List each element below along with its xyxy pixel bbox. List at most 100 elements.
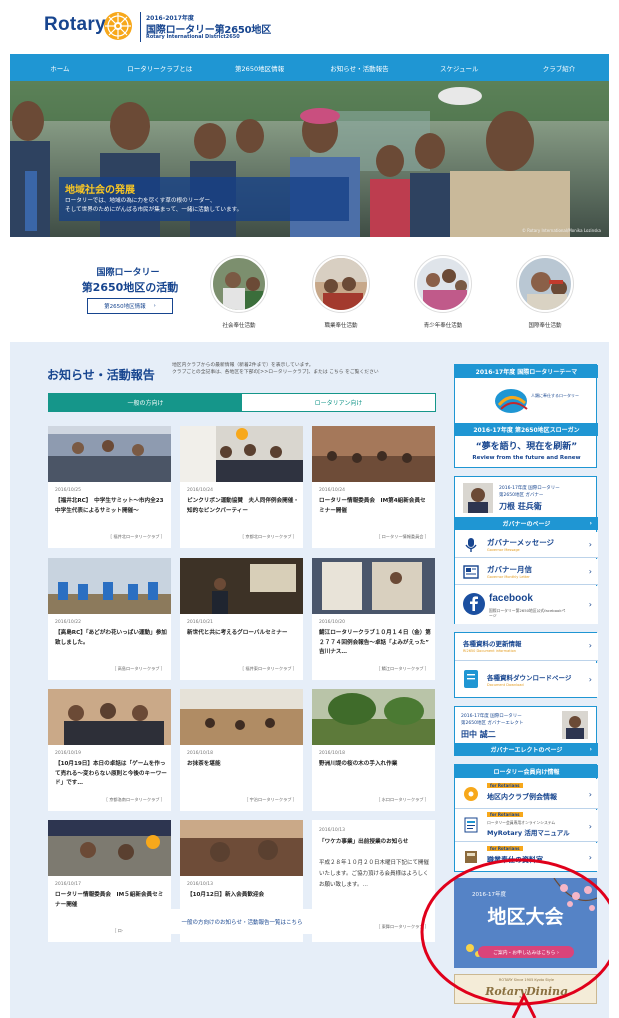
facebook-icon [463,593,485,615]
youth-service-label[interactable]: 青少年奉仕活動 [403,321,483,329]
news-card-date: 2016/10/21 [187,620,213,625]
news-card-title[interactable]: 【高島RC】「あどがわ花いっぱい運動」参加致しました。 [55,629,167,648]
news-card-club[interactable]: ［ 福井東ロータリークラブ ］ [240,666,297,672]
news-card[interactable]: 2016/10/24 ピンクリボン運動協賛 夫人同伴例会開催・知的なピンクパーテ… [180,426,303,548]
rotary-logo-text[interactable]: Rotary [44,14,106,36]
district-conference-banner[interactable]: 2016-17年度 地区大会 ご案内・お申し込みはこちら › [454,878,597,968]
governor-elect-avatar[interactable] [562,711,588,739]
documents-update-link[interactable]: 各種資料の更新情報 RI2650 Document information › [455,633,598,661]
audience-tabs: 一般の方向け ロータリアン向け [48,393,436,412]
news-card[interactable]: 2016/10/18 お抹茶を堪能 ［ 宇治ロータリークラブ ］ [180,689,303,811]
news-card-image [180,820,303,876]
news-card-club[interactable]: ［ 福井北ロータリークラブ ］ [108,534,165,540]
news-card-title[interactable]: 鯖江ロータリークラブ１０月１４日（金）第２７７４回例会報告〜卓話「よみがえった”… [319,629,431,658]
vocational-service-photo[interactable] [313,256,369,312]
club-meetings-link[interactable]: for Rotarians 地区内クラブ例会情報 › [455,779,598,809]
news-card-title[interactable]: ピンクリボン運動協賛 夫人同伴例会開催・知的なピンクパーティー [187,497,299,516]
news-card-title[interactable]: ロータリー情報委員会 IM第4組新会員セミナー開催 [319,497,431,516]
news-card-date: 2016/10/18 [319,751,345,756]
news-card-club[interactable]: ［ 鯖江ロータリークラブ ］ [376,666,429,672]
district-slogan: “夢を語り、現在を刷新” [475,442,578,452]
nav-clubs[interactable]: クラブ紹介 [509,54,609,81]
news-card-club[interactable]: ［ 宇治ロータリークラブ ］ [244,797,297,803]
header-divider [140,12,141,42]
community-service-image [223,272,263,310]
vocational-service-label[interactable]: 職業奉仕活動 [301,321,381,329]
news-card-club[interactable]: ［ ロータリー情報委員会 ］ [376,534,429,540]
news-card[interactable]: 2016/10/22 【高島RC】「あどがわ花いっぱい運動」参加致しました。 ［… [48,558,171,680]
news-card-date: 2016/10/24 [187,488,213,493]
international-service-photo[interactable] [517,256,573,312]
news-card-title[interactable]: 新世代と共に考えるグローバルセミナー [187,629,299,639]
tab-general-public[interactable]: 一般の方向け [49,394,242,411]
governor-message-link[interactable]: ガバナーメッセージ Governor Message › [455,532,598,558]
microphone-icon [465,538,477,552]
youth-service-photo[interactable] [415,256,471,312]
site-header: Rotary 2016-2017年度 国際ロータリー第2650地区 Rotary… [10,0,609,54]
rotary-dining-banner[interactable]: ROTARY Since 1905 Kyoto Style RotaryDini… [454,974,597,1004]
nav-schedule[interactable]: スケジュール [409,54,509,81]
for-rotarians-tag: for Rotarians [487,846,523,851]
hero-text-line1: ロータリーでは、地域の為に力を尽くす草の根のリーダー、 [65,198,216,204]
news-card[interactable]: 2016/10/18 野洲川堤の桜の木の手入れ作業 ［ 水口ロータリークラブ ］ [312,689,435,811]
news-card-title[interactable]: お抹茶を堪能 [187,760,299,770]
documents-update-label: 各種資料の更新情報 [463,640,522,648]
news-card[interactable]: 2016/10/20 鯖江ロータリークラブ１０月１４日（金）第２７７４回例会報告… [312,558,435,680]
page: Rotary 2016-2017年度 国際ロータリー第2650地区 Rotary… [10,0,609,1018]
myrotary-link[interactable]: for Rotarians ロータリー会員専用オンラインシステム MyRotar… [455,810,598,842]
document-icon [464,670,478,688]
news-card-title[interactable]: 野洲川堤の桜の木の手入れ作業 [319,760,431,770]
vocational-library-link[interactable]: for Rotarians 職業奉仕の資料室 › [455,843,598,871]
news-card-title[interactable]: 【10月12日】新入会員歓迎会 [187,891,299,901]
governor-page-label: ガバナーのページ [502,521,551,528]
news-card[interactable]: 2016/10/24 ロータリー情報委員会 IM第4組新会員セミナー開催 ［ ロ… [312,426,435,548]
governor-elect-page-link[interactable]: ガバナーエレクトのページ › [455,743,598,756]
activities-title-line2: 第2650地区の活動 [81,281,179,294]
governor-elect-box: 2016-17年度 国際ロータリー 第2650地区 ガバナーエレクト 田中 誠二… [454,706,598,756]
governor-page-link[interactable]: ガバナーのページ › [455,517,598,530]
news-card-club[interactable]: ［ 水口ロータリークラブ ］ [376,797,429,803]
news-card[interactable]: 2016/10/25 【福井北RC】 中学生サミット〜市内全23中学生代表による… [48,426,171,548]
chevron-right-icon: › [588,790,592,799]
news-card-title[interactable]: ロータリー情報委員会 IM５組新会員セミナー開催 [55,891,167,910]
community-service-label[interactable]: 社会奉仕活動 [199,321,279,329]
tab-rotarians[interactable]: ロータリアン向け [242,394,435,411]
community-service-photo[interactable] [211,256,267,312]
news-card-title[interactable]: 【10月19日】本日の卓話は「ゲームを作って売れる〜変わらない原則と今後のキーワ… [55,760,167,789]
hero-heading: 地域社会の発展 [65,185,135,196]
news-list-all-link[interactable]: 一般の方向けのお知らせ・活動報告一覧はこちら [123,909,361,934]
news-card[interactable]: 2016/10/19 【10月19日】本日の卓話は「ゲームを作って売れる〜変わら… [48,689,171,811]
documents-download-link[interactable]: 各種資料ダウンロードページ Document Download › [455,663,598,697]
international-service-label[interactable]: 国際奉仕活動 [505,321,585,329]
news-card-club[interactable]: ［ 高島ロータリークラブ ］ [112,666,165,672]
news-card-club[interactable]: ［ 京都洛南ロータリークラブ ］ [104,797,165,803]
activities-title-line1: 国際ロータリー [96,268,160,278]
governor-elect-page-label: ガバナーエレクトのページ [490,747,563,754]
district-info-button-label: 第2650地区情報 [104,304,146,310]
news-card[interactable]: 2016/10/21 新世代と共に考えるグローバルセミナー ［ 福井東ロータリー… [180,558,303,680]
hero-caption: 地域社会の発展 ロータリーでは、地域の為に力を尽くす草の根のリーダー、 そして世… [59,177,349,221]
nav-district-info[interactable]: 第2650地区情報 [210,54,310,81]
nav-about-rotary[interactable]: ロータリークラブとは [110,54,210,81]
news-description-line2[interactable]: クラブごとの全記事は、各地区を下部の[>>ロータリークラブ]、または こちら を… [172,369,442,376]
news-card-image [48,689,171,745]
hero-banner[interactable]: 地域社会の発展 ロータリーでは、地域の為に力を尽くす草の根のリーダー、 そして世… [10,81,609,237]
nav-home[interactable]: ホーム [10,54,110,81]
member-info-box: ロータリー会員向け情報 for Rotarians 地区内クラブ例会情報 › f… [454,764,598,872]
rotary-theme-logo-icon [495,389,528,413]
conference-button[interactable]: ご案内・お申し込みはこちら › [478,946,574,958]
rotary-wheel-icon[interactable] [102,10,134,42]
news-card-title[interactable]: 「ワケカ事業」出前授業のお知らせ [319,838,431,848]
facebook-link[interactable]: facebook 国際ロータリー第2650地区公式facebookページ › [455,586,598,624]
rotary-theme-box[interactable]: 2016-17年度 国際ロータリーテーマ 人類に奉仕するロータリー 2016-1… [454,364,598,468]
slogan-label: 2016-17年度 第2650地区スローガン [455,423,598,436]
district-info-button[interactable]: 第2650地区情報 › [87,298,173,314]
news-card-club[interactable]: ［ 京都北ロータリークラブ ］ [240,534,297,540]
nav-news[interactable]: お知らせ・活動報告 [309,54,409,81]
governor-avatar[interactable] [463,483,493,513]
news-card-image [312,558,435,614]
news-card-date: 2016/10/18 [187,751,213,756]
governor-monthly-link[interactable]: ガバナー月信 Governor Monthly Letter › [455,559,598,585]
news-card-title[interactable]: 【福井北RC】 中学生サミット〜市内全23中学生代表によるサミット開催〜 [55,497,167,516]
news-card-club[interactable]: ［ 東舞ロータリークラブ ］ [376,924,429,930]
